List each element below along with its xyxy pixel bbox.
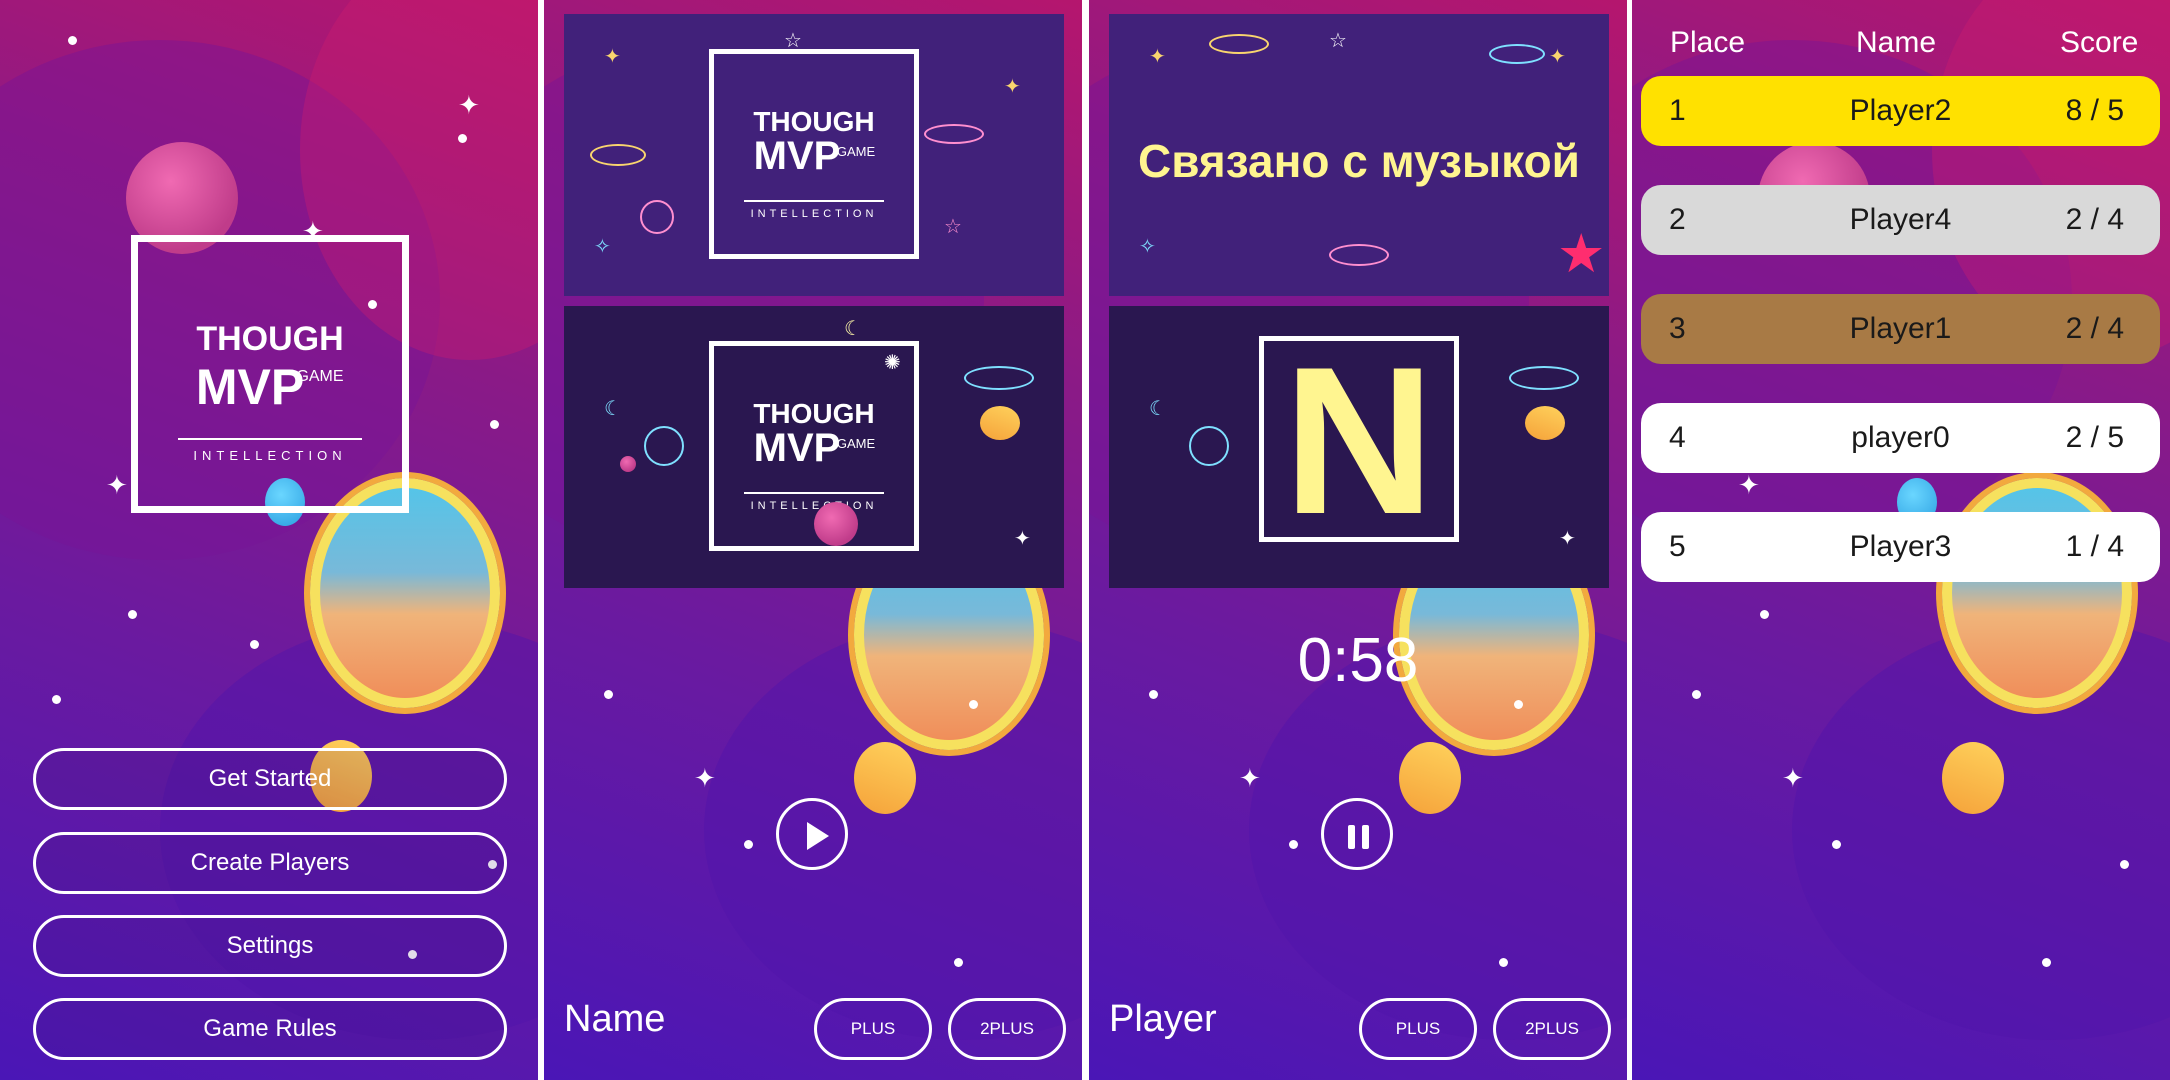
- game-play-screen: ✦ ✦ ☆ ✦ ✧ Связано с музыкой ★ ☾ ✺ ✦ N 0:…: [1089, 0, 1627, 1080]
- player-label: Player: [1109, 998, 1217, 1040]
- category-text: Связано с музыкой: [1138, 135, 1580, 187]
- sparkle-icon: ✦: [106, 470, 128, 500]
- letter-display: N: [1259, 336, 1459, 546]
- logo-line2: MVP: [195, 359, 305, 415]
- row-score: 2 / 4: [2065, 203, 2124, 236]
- sparkle-icon: ✦: [1782, 763, 1804, 793]
- row-score: 8 / 5: [2065, 94, 2124, 127]
- header-place: Place: [1670, 26, 1746, 59]
- leaderboard-row: 4 player0 2 / 5: [1641, 403, 2160, 473]
- letter-card: ☾ ✺ ✦ N: [1109, 306, 1609, 588]
- logo-game: GAME: [836, 436, 876, 451]
- logo-game: GAME: [836, 144, 876, 159]
- sparkle-icon: ✦: [1239, 763, 1261, 793]
- leaderboard-row: 3 Player1 2 / 4: [1641, 294, 2160, 364]
- row-score: 2 / 4: [2065, 312, 2124, 345]
- game-rules-button[interactable]: Game Rules: [33, 998, 507, 1060]
- game-start-screen: ✦ ✦ ☆ ✦ ☆ ✧ THOUGH MVP GAME INTELLECTION…: [544, 0, 1082, 1080]
- leaderboard-row: 5 Player3 1 / 4: [1641, 512, 2160, 582]
- planet-icon: [854, 742, 916, 814]
- app-logo: THOUGH MVP GAME INTELLECTION: [131, 235, 409, 513]
- get-started-button[interactable]: Get Started: [33, 748, 507, 810]
- leaderboard-row: 2 Player4 2 / 4: [1641, 185, 2160, 255]
- countdown-timer: 0:58: [1297, 626, 1419, 695]
- row-score: 2 / 5: [2065, 421, 2124, 454]
- row-score: 1 / 4: [2065, 530, 2124, 563]
- sparkle-icon: ✦: [1738, 470, 1760, 500]
- card-logo: THOUGH MVP GAME INTELLECTION: [709, 341, 919, 551]
- card-bottom: ☾ ☾ ✺ ✦ THOUGH MVP GAME INTELLECTION: [564, 306, 1064, 588]
- plus-button[interactable]: PLUS: [814, 998, 932, 1060]
- category-card: ✦ ☆ ✦ ✧ Связано с музыкой ★: [1109, 14, 1609, 296]
- play-button[interactable]: [776, 798, 848, 870]
- name-label: Name: [564, 998, 666, 1040]
- leaderboard-row: 1 Player2 8 / 5: [1641, 76, 2160, 146]
- two-plus-button[interactable]: 2PLUS: [1493, 998, 1611, 1060]
- header-name: Name: [1856, 26, 1937, 59]
- logo-subtitle: INTELLECTION: [750, 208, 878, 220]
- pause-button[interactable]: [1321, 798, 1393, 870]
- logo-line1: THOUGH: [196, 320, 344, 358]
- sparkle-icon: ✦: [458, 90, 480, 120]
- create-players-button[interactable]: Create Players: [33, 832, 507, 894]
- card-logo: THOUGH MVP GAME INTELLECTION: [709, 49, 919, 259]
- menu-screen: ✦ ✦ ✦ THOUGH MVP GAME INTELLECTION Get S…: [0, 0, 538, 1080]
- favorite-star-icon[interactable]: ★: [1557, 222, 1605, 285]
- two-plus-button[interactable]: 2PLUS: [948, 998, 1066, 1060]
- leaderboard-screen: ✦ ✦ Place Name Score 1 Player2 8 / 5 2 P…: [1632, 0, 2170, 1080]
- card-top: ✦ ☆ ✦ ☆ ✧ THOUGH MVP GAME INTELLECTION: [564, 14, 1064, 296]
- settings-button[interactable]: Settings: [33, 915, 507, 977]
- sparkle-icon: ✦: [694, 763, 716, 793]
- play-icon: [807, 822, 829, 850]
- planet-icon: [1399, 742, 1461, 814]
- logo-subtitle: INTELLECTION: [193, 448, 347, 463]
- plus-button[interactable]: PLUS: [1359, 998, 1477, 1060]
- logo-game: GAME: [296, 368, 344, 385]
- header-score: Score: [2060, 26, 2139, 59]
- planet-icon: [1942, 742, 2004, 814]
- logo-subtitle: INTELLECTION: [750, 500, 878, 512]
